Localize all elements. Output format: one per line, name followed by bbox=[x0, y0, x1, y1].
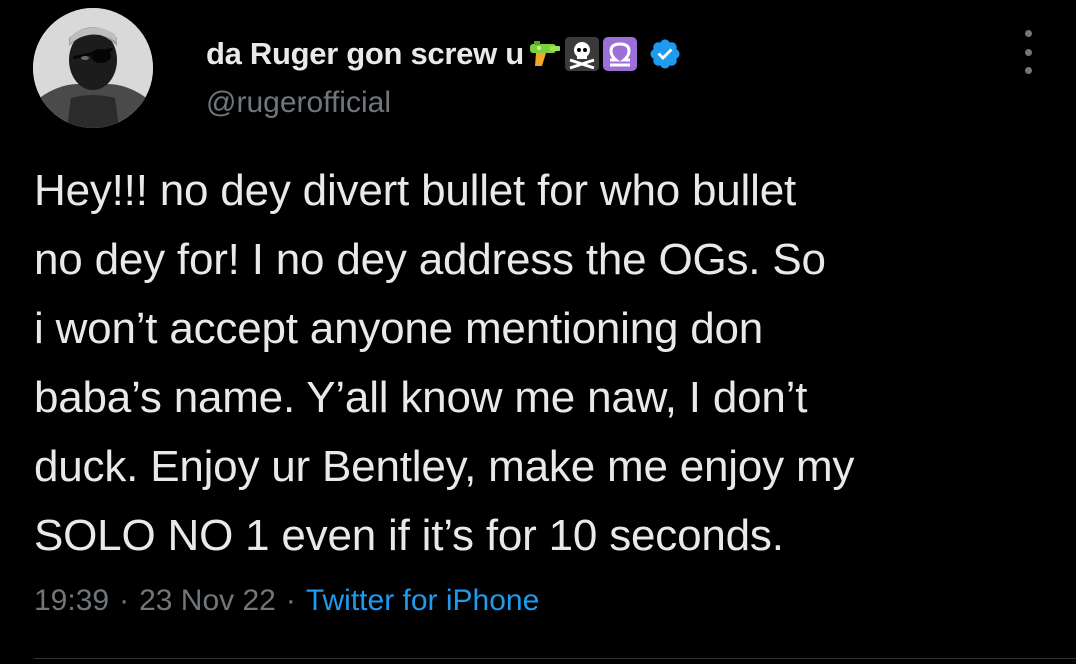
separator: · bbox=[285, 584, 296, 617]
tweet-text: Hey!!! no dey divert bullet for who bull… bbox=[34, 156, 1054, 570]
tweet-source-link[interactable]: Twitter for iPhone bbox=[306, 584, 539, 617]
tweet-line: i won’t accept anyone mentioning don bbox=[34, 304, 764, 353]
tweet-line: no dey for! I no dey address the OGs. So bbox=[34, 235, 826, 284]
more-options-icon[interactable] bbox=[1022, 30, 1034, 74]
name-row: da Ruger gon screw u bbox=[206, 32, 682, 76]
user-handle[interactable]: @rugerofficial bbox=[206, 86, 682, 120]
tweet: da Ruger gon screw u @rugerofficial Hey!… bbox=[0, 0, 1076, 664]
water-pistol-icon bbox=[526, 36, 562, 72]
libra-icon bbox=[602, 36, 638, 72]
tweet-header: da Ruger gon screw u @rugerofficial bbox=[206, 32, 682, 120]
tweet-line: Hey!!! no dey divert bullet for who bull… bbox=[34, 166, 797, 215]
tweet-line: SOLO NO 1 even if it’s for 10 seconds. bbox=[34, 511, 784, 560]
verified-badge-icon bbox=[648, 37, 682, 71]
separator: · bbox=[119, 584, 130, 617]
divider bbox=[34, 658, 1076, 659]
tweet-line: baba’s name. Y’all know me naw, I don’t bbox=[34, 373, 808, 422]
tweet-date[interactable]: 23 Nov 22 bbox=[139, 584, 276, 617]
tweet-line: duck. Enjoy ur Bentley, make me enjoy my bbox=[34, 442, 855, 491]
avatar[interactable] bbox=[33, 8, 153, 128]
tweet-time[interactable]: 19:39 bbox=[34, 584, 109, 617]
tweet-meta: 19:39 · 23 Nov 22 · Twitter for iPhone bbox=[34, 584, 539, 618]
display-name[interactable]: da Ruger gon screw u bbox=[206, 36, 524, 72]
skull-crossbones-icon bbox=[564, 36, 600, 72]
